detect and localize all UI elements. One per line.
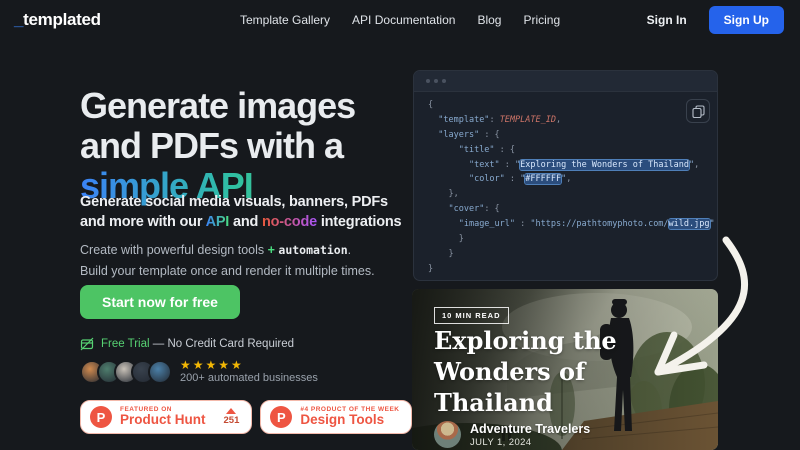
- customer-avatar: [148, 360, 172, 384]
- hero-body-text: Create with powerful design tools + auto…: [80, 240, 420, 281]
- window-dot-icon: [442, 79, 446, 83]
- article-title-line1: Exploring the: [434, 325, 617, 356]
- nav-link-template-gallery[interactable]: Template Gallery: [240, 13, 330, 27]
- upvote-triangle-icon: [226, 408, 236, 414]
- code-line: {: [428, 100, 703, 115]
- subtitle-text-3: integrations: [317, 214, 401, 230]
- body-line2: Build your template once and render it m…: [80, 264, 375, 278]
- author-avatar: [434, 421, 461, 448]
- hero-title-line2: and PDFs with a: [80, 126, 355, 166]
- top-nav: _templated Template Gallery API Documenta…: [0, 0, 800, 40]
- start-free-button[interactable]: Start now for free: [80, 285, 240, 319]
- code-line: "title" : {: [428, 145, 703, 160]
- code-line: }: [428, 234, 703, 249]
- product-hunt-logo-icon: P: [90, 406, 112, 428]
- nav-links: Template Gallery API Documentation Blog Pri…: [240, 0, 560, 40]
- copy-button[interactable]: [686, 99, 710, 123]
- auth-actions: Sign In Sign Up: [647, 0, 784, 40]
- social-proof: ★★★★★ 200+ automated businesses: [80, 359, 318, 384]
- subtitle-text-2: and: [229, 214, 262, 230]
- upvote-count: 251: [224, 408, 240, 426]
- sign-up-button[interactable]: Sign Up: [709, 6, 784, 34]
- read-time-badge: 10 MIN READ: [434, 307, 509, 324]
- nav-link-pricing[interactable]: Pricing: [523, 13, 560, 27]
- article-date: JULY 1, 2024: [470, 437, 590, 448]
- body-automation-word: automation: [278, 243, 347, 257]
- code-line: }: [428, 264, 703, 279]
- logo-underscore: _: [14, 10, 23, 29]
- copy-icon: [692, 105, 705, 118]
- nav-link-api-documentation[interactable]: API Documentation: [352, 13, 455, 27]
- body-line1-pre: Create with powerful design tools: [80, 243, 268, 257]
- free-trial-text: Free Trial — No Credit Card Required: [101, 338, 294, 350]
- code-line: "template": TEMPLATE_ID,: [428, 115, 703, 130]
- article-title: Exploring the Wonders of Thailand: [434, 325, 617, 418]
- article-title-line2: Wonders of: [434, 356, 617, 387]
- product-hunt-logo-icon: P: [270, 406, 292, 428]
- body-plus-sign: +: [268, 243, 275, 257]
- author-name: Adventure Travelers: [470, 422, 590, 436]
- hero-title: Generate images and PDFs with a simple A…: [80, 86, 355, 206]
- free-trial-rest: — No Credit Card Required: [150, 338, 294, 350]
- author-meta: Adventure Travelers JULY 1, 2024: [470, 422, 590, 448]
- code-block: { "template": TEMPLATE_ID, "layers" : { …: [414, 92, 717, 281]
- badge-title: Design Tools: [300, 413, 399, 428]
- window-dot-icon: [434, 79, 438, 83]
- rating-block: ★★★★★ 200+ automated businesses: [180, 359, 318, 384]
- subtitle-api-word: API: [206, 214, 230, 230]
- landing-page: _templated Template Gallery API Documenta…: [0, 0, 800, 450]
- author-row: Adventure Travelers JULY 1, 2024: [434, 421, 590, 448]
- window-dot-icon: [426, 79, 430, 83]
- logo[interactable]: _templated: [14, 10, 101, 30]
- free-trial-highlight: Free Trial: [101, 338, 150, 350]
- free-trial-note: Free Trial — No Credit Card Required: [80, 337, 294, 351]
- hero-subtitle: Generate social media visuals, banners, …: [80, 192, 416, 232]
- logo-text: templated: [23, 10, 101, 29]
- code-line: "text" : "Exploring the Wonders of Thail…: [428, 160, 703, 175]
- badge-text: #4 PRODUCT OF THE WEEK Design Tools: [300, 406, 399, 428]
- code-line: "layers" : {: [428, 130, 703, 145]
- sign-in-link[interactable]: Sign In: [647, 13, 687, 27]
- product-hunt-week-badge[interactable]: P #4 PRODUCT OF THE WEEK Design Tools: [260, 400, 412, 434]
- subtitle-nocode-word: no-code: [262, 214, 317, 230]
- badge-title: Product Hunt: [120, 413, 206, 428]
- body-line1-post: .: [348, 243, 351, 257]
- no-credit-card-icon: [80, 337, 94, 351]
- code-line: "image_url" : "https://pathtomyphoto.com…: [428, 219, 703, 234]
- upvote-number: 251: [224, 416, 240, 426]
- product-hunt-featured-badge[interactable]: P FEATURED ON Product Hunt 251: [80, 400, 252, 434]
- window-controls: [414, 71, 717, 92]
- code-line: "color" : "#FFFFFF",: [428, 174, 703, 189]
- hero-title-line1: Generate images: [80, 86, 355, 126]
- generated-image-card: 10 MIN READ Exploring the Wonders of Tha…: [412, 289, 718, 450]
- avatar-stack: [80, 360, 165, 384]
- badge-text: FEATURED ON Product Hunt: [120, 406, 206, 428]
- code-editor-card: { "template": TEMPLATE_ID, "layers" : { …: [413, 70, 718, 281]
- product-hunt-badges: P FEATURED ON Product Hunt 251 P #4 PROD…: [80, 400, 412, 434]
- star-rating: ★★★★★: [180, 359, 318, 371]
- social-proof-label: 200+ automated businesses: [180, 372, 318, 384]
- code-line: "cover": {: [428, 204, 703, 219]
- code-line: }: [428, 249, 703, 264]
- code-line: },: [428, 189, 703, 204]
- article-title-line3: Thailand: [434, 387, 617, 418]
- nav-link-blog[interactable]: Blog: [477, 13, 501, 27]
